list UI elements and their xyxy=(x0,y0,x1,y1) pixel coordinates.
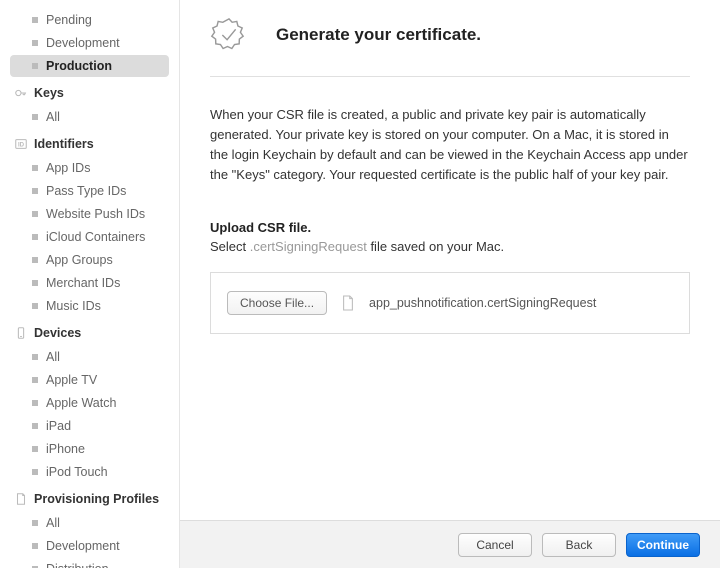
nav-section-identifiers: ID Identifiers App IDs Pass Type IDs Web… xyxy=(10,132,169,317)
nav-header-profiles[interactable]: Provisioning Profiles xyxy=(10,487,169,511)
bullet-icon xyxy=(32,303,38,309)
sidebar-item-label: All xyxy=(46,516,60,530)
back-button[interactable]: Back xyxy=(542,533,616,557)
upload-title: Upload CSR file. xyxy=(210,220,690,235)
svg-text:ID: ID xyxy=(18,142,25,149)
bullet-icon xyxy=(32,423,38,429)
bullet-icon xyxy=(32,543,38,549)
nav-section-devices: Devices All Apple TV Apple Watch iPad iP… xyxy=(10,321,169,483)
upload-description: Select .certSigningRequest file saved on… xyxy=(210,239,690,254)
sidebar-item-music-ids[interactable]: Music IDs xyxy=(10,295,169,317)
nav-header-identifiers[interactable]: ID Identifiers xyxy=(10,132,169,156)
sidebar-item-label: iPod Touch xyxy=(46,465,108,479)
title-row: Generate your certificate. xyxy=(210,0,690,77)
upload-desc-prefix: Select xyxy=(210,239,250,254)
page-title: Generate your certificate. xyxy=(276,25,481,45)
bullet-icon xyxy=(32,520,38,526)
sidebar-item-profiles-dist[interactable]: Distribution xyxy=(10,558,169,568)
nav-section-keys: Keys All xyxy=(10,81,169,128)
sidebar-item-production[interactable]: Production xyxy=(10,55,169,77)
sidebar-item-label: Distribution xyxy=(46,562,109,568)
nav-header-label: Keys xyxy=(34,86,64,100)
nav-header-label: Identifiers xyxy=(34,137,94,151)
upload-desc-suffix: file saved on your Mac. xyxy=(367,239,504,254)
sidebar-item-label: All xyxy=(46,350,60,364)
main: Generate your certificate. When your CSR… xyxy=(180,0,720,568)
sidebar-item-app-groups[interactable]: App Groups xyxy=(10,249,169,271)
sidebar-item-label: Development xyxy=(46,539,120,553)
nav-section-certificates: Pending Development Production xyxy=(10,9,169,77)
sidebar-item-pending[interactable]: Pending xyxy=(10,9,169,31)
sidebar-item-website-push-ids[interactable]: Website Push IDs xyxy=(10,203,169,225)
bullet-icon xyxy=(32,469,38,475)
bullet-icon xyxy=(32,280,38,286)
sidebar-item-development[interactable]: Development xyxy=(10,32,169,54)
sidebar-item-label: Apple Watch xyxy=(46,396,116,410)
nav-header-label: Provisioning Profiles xyxy=(34,492,159,506)
sidebar-item-label: Music IDs xyxy=(46,299,101,313)
sidebar-item-apple-watch[interactable]: Apple Watch xyxy=(10,392,169,414)
nav-header-devices[interactable]: Devices xyxy=(10,321,169,345)
choose-file-button[interactable]: Choose File... xyxy=(227,291,327,315)
bullet-icon xyxy=(32,400,38,406)
sidebar-item-apple-tv[interactable]: Apple TV xyxy=(10,369,169,391)
nav-header-label: Devices xyxy=(34,326,81,340)
bullet-icon xyxy=(32,17,38,23)
file-icon xyxy=(341,295,355,311)
sidebar-item-label: Production xyxy=(46,59,112,73)
sidebar-item-label: App IDs xyxy=(46,161,90,175)
sidebar-item-ipad[interactable]: iPad xyxy=(10,415,169,437)
sidebar-item-merchant-ids[interactable]: Merchant IDs xyxy=(10,272,169,294)
sidebar-item-pass-type-ids[interactable]: Pass Type IDs xyxy=(10,180,169,202)
bullet-icon xyxy=(32,165,38,171)
sidebar-item-label: Website Push IDs xyxy=(46,207,145,221)
sidebar-item-label: Pass Type IDs xyxy=(46,184,126,198)
upload-desc-ext: .certSigningRequest xyxy=(250,239,367,254)
sidebar-item-keys-all[interactable]: All xyxy=(10,106,169,128)
bullet-icon xyxy=(32,63,38,69)
sidebar-item-profiles-all[interactable]: All xyxy=(10,512,169,534)
key-icon xyxy=(14,86,28,100)
sidebar-item-label: iPhone xyxy=(46,442,85,456)
description-text: When your CSR file is created, a public … xyxy=(210,105,690,186)
device-icon xyxy=(14,326,28,340)
bullet-icon xyxy=(32,188,38,194)
sidebar-item-ipod-touch[interactable]: iPod Touch xyxy=(10,461,169,483)
sidebar-item-label: App Groups xyxy=(46,253,113,267)
cancel-button[interactable]: Cancel xyxy=(458,533,532,557)
sidebar-item-app-ids[interactable]: App IDs xyxy=(10,157,169,179)
profile-icon xyxy=(14,492,28,506)
content-area: Generate your certificate. When your CSR… xyxy=(180,0,720,520)
sidebar-item-profiles-dev[interactable]: Development xyxy=(10,535,169,557)
sidebar-item-label: Development xyxy=(46,36,120,50)
bullet-icon xyxy=(32,354,38,360)
bullet-icon xyxy=(32,40,38,46)
sidebar-item-label: Pending xyxy=(46,13,92,27)
nav-header-keys[interactable]: Keys xyxy=(10,81,169,105)
sidebar-item-iphone[interactable]: iPhone xyxy=(10,438,169,460)
sidebar: Pending Development Production Keys All … xyxy=(0,0,180,568)
sidebar-item-icloud-containers[interactable]: iCloud Containers xyxy=(10,226,169,248)
nav-section-profiles: Provisioning Profiles All Development Di… xyxy=(10,487,169,568)
bullet-icon xyxy=(32,211,38,217)
sidebar-item-devices-all[interactable]: All xyxy=(10,346,169,368)
sidebar-item-label: Apple TV xyxy=(46,373,97,387)
id-icon: ID xyxy=(14,137,28,151)
bullet-icon xyxy=(32,446,38,452)
sidebar-item-label: iCloud Containers xyxy=(46,230,145,244)
sidebar-item-label: Merchant IDs xyxy=(46,276,120,290)
bullet-icon xyxy=(32,234,38,240)
bullet-icon xyxy=(32,257,38,263)
file-upload-box: Choose File... app_pushnotification.cert… xyxy=(210,272,690,334)
footer: Cancel Back Continue xyxy=(180,520,720,568)
sidebar-item-label: iPad xyxy=(46,419,71,433)
bullet-icon xyxy=(32,114,38,120)
sidebar-item-label: All xyxy=(46,110,60,124)
bullet-icon xyxy=(32,377,38,383)
checkmark-starburst-icon xyxy=(210,16,248,54)
continue-button[interactable]: Continue xyxy=(626,533,700,557)
selected-file-name: app_pushnotification.certSigningRequest xyxy=(369,296,596,310)
